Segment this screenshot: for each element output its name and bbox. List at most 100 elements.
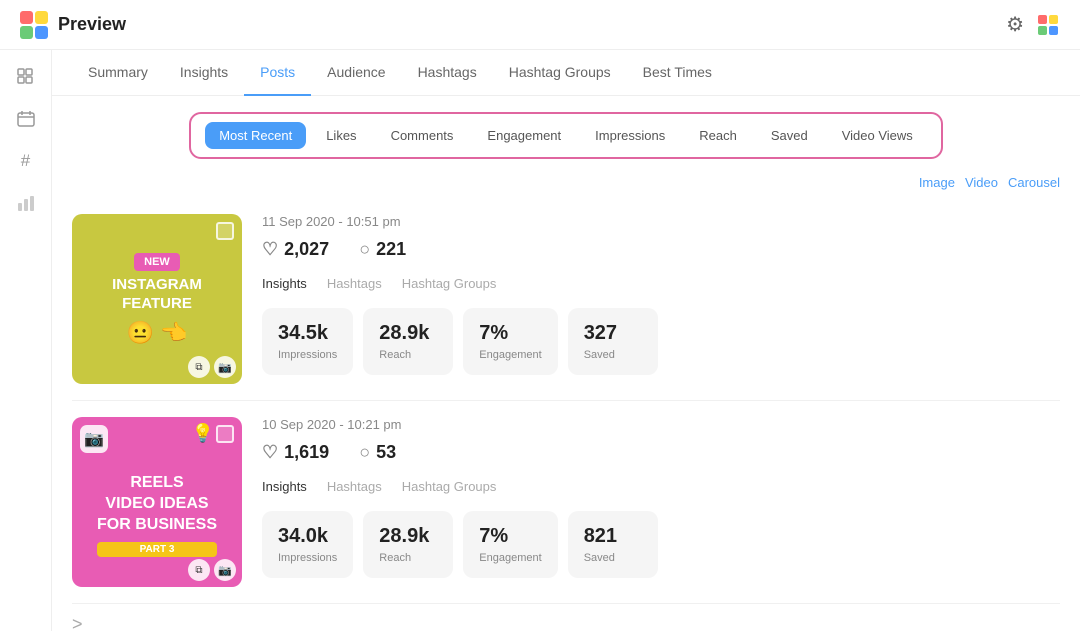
metric-engagement-1: 7% Engagement xyxy=(463,308,557,375)
post-date-1: 11 Sep 2020 - 10:51 pm xyxy=(262,214,1060,229)
metric-value-impressions-1: 34.5k xyxy=(278,322,337,345)
insight-tabs-1: Insights Hashtags Hashtag Groups xyxy=(262,272,1060,296)
sidebar-item-analytics[interactable] xyxy=(15,192,37,214)
metric-label-reach-1: Reach xyxy=(379,349,437,361)
insight-tab-groups-2[interactable]: Hashtag Groups xyxy=(402,475,507,498)
app-logo xyxy=(20,11,48,39)
sidebar-item-grid[interactable] xyxy=(15,66,37,88)
metric-reach-2: 28.9k Reach xyxy=(363,511,453,578)
post-comments-2: ○ 53 xyxy=(359,442,396,463)
filter-section: Most Recent Likes Comments Engagement Im… xyxy=(52,96,1080,175)
thumb-icon-instagram-2[interactable]: 📷 xyxy=(214,559,236,581)
metric-value-reach-1: 28.9k xyxy=(379,322,437,345)
filter-saved[interactable]: Saved xyxy=(757,122,822,149)
metrics-grid-1: 34.5k Impressions 28.9k Reach 7% Engagem… xyxy=(262,308,1060,375)
tab-insights[interactable]: Insights xyxy=(164,50,244,96)
metric-label-reach-2: Reach xyxy=(379,552,437,564)
post-card-2: 📷 💡 REELS VIDEO IDEAS FOR BUSINESS PART … xyxy=(72,401,1060,604)
tab-audience[interactable]: Audience xyxy=(311,50,401,96)
post-likes-1: ♡ 2,027 xyxy=(262,239,329,260)
comment-icon-2: ○ xyxy=(359,442,370,463)
insight-tab-groups-1[interactable]: Hashtag Groups xyxy=(402,272,507,295)
layout: # Summary Insights Posts Audience Hashta… xyxy=(0,50,1080,631)
post-info-1: 11 Sep 2020 - 10:51 pm ♡ 2,027 ○ 221 Ins… xyxy=(262,214,1060,384)
app-title: Preview xyxy=(58,14,126,35)
nav-tabs: Summary Insights Posts Audience Hashtags… xyxy=(52,50,1080,96)
media-filter-image[interactable]: Image xyxy=(919,175,955,190)
tab-best-times[interactable]: Best Times xyxy=(627,50,728,96)
header: Preview ⚙ xyxy=(0,0,1080,50)
thumb-badge-1: NEW xyxy=(134,253,180,271)
next-page-button[interactable]: > xyxy=(72,614,83,631)
post-checkbox-1[interactable] xyxy=(216,222,234,240)
tab-posts[interactable]: Posts xyxy=(244,50,311,96)
likes-count-2: 1,619 xyxy=(284,442,329,463)
comments-count-2: 53 xyxy=(376,442,396,463)
thumb-title-2: REELS VIDEO IDEAS FOR BUSINESS xyxy=(97,473,217,535)
filter-reach[interactable]: Reach xyxy=(685,122,751,149)
main-content: Summary Insights Posts Audience Hashtags… xyxy=(52,50,1080,631)
metric-label-saved-1: Saved xyxy=(584,349,642,361)
post-thumbnail-2: 📷 💡 REELS VIDEO IDEAS FOR BUSINESS PART … xyxy=(72,417,242,587)
thumb-icon-copy-2[interactable]: ⧉ xyxy=(188,559,210,581)
filter-impressions[interactable]: Impressions xyxy=(581,122,679,149)
instagram-icon: 📷 xyxy=(80,425,108,453)
media-filter-carousel[interactable]: Carousel xyxy=(1008,175,1060,190)
thumb-sub-badge-2: PART 3 xyxy=(97,542,217,557)
post-checkbox-2[interactable] xyxy=(216,425,234,443)
thumb-icon-instagram[interactable]: 📷 xyxy=(214,356,236,378)
bottom-nav: > xyxy=(52,604,1080,631)
filter-comments[interactable]: Comments xyxy=(377,122,468,149)
tab-hashtag-groups[interactable]: Hashtag Groups xyxy=(493,50,627,96)
post-card: NEW INSTAGRAM FEATURE 😐 👈 ⧉ 📷 11 Sep 202… xyxy=(72,198,1060,401)
tab-summary[interactable]: Summary xyxy=(72,50,164,96)
metric-label-impressions-1: Impressions xyxy=(278,349,337,361)
metric-label-engagement-1: Engagement xyxy=(479,349,541,361)
filter-most-recent[interactable]: Most Recent xyxy=(205,122,306,149)
sidebar: # xyxy=(0,50,52,631)
post-thumbnail-1: NEW INSTAGRAM FEATURE 😐 👈 ⧉ 📷 xyxy=(72,214,242,384)
sidebar-item-calendar[interactable] xyxy=(15,108,37,130)
metric-value-saved-2: 821 xyxy=(584,525,642,548)
settings-icon[interactable]: ⚙ xyxy=(1006,12,1024,37)
lightbulb-icon: 💡 xyxy=(192,423,214,444)
metric-saved-2: 821 Saved xyxy=(568,511,658,578)
post-info-2: 10 Sep 2020 - 10:21 pm ♡ 1,619 ○ 53 Insi… xyxy=(262,417,1060,587)
post-stats-2: ♡ 1,619 ○ 53 xyxy=(262,442,1060,463)
insight-tabs-2: Insights Hashtags Hashtag Groups xyxy=(262,475,1060,499)
post-comments-1: ○ 221 xyxy=(359,239,406,260)
metric-value-impressions-2: 34.0k xyxy=(278,525,337,548)
metric-saved-1: 327 Saved xyxy=(568,308,658,375)
metric-value-saved-1: 327 xyxy=(584,322,642,345)
filter-bar: Most Recent Likes Comments Engagement Im… xyxy=(189,112,943,159)
grid-color-icon[interactable] xyxy=(1036,13,1060,37)
filter-video-views[interactable]: Video Views xyxy=(828,122,927,149)
insight-tab-hashtags-1[interactable]: Hashtags xyxy=(327,272,392,295)
filter-engagement[interactable]: Engagement xyxy=(473,122,575,149)
thumb-title-1: INSTAGRAM FEATURE xyxy=(112,275,202,314)
metric-reach-1: 28.9k Reach xyxy=(363,308,453,375)
insight-tab-hashtags-2[interactable]: Hashtags xyxy=(327,475,392,498)
heart-icon: ♡ xyxy=(262,239,278,260)
thumb-icons-2: ⧉ 📷 xyxy=(188,559,236,581)
thumb-icons-1: ⧉ 📷 xyxy=(188,356,236,378)
media-filter-video[interactable]: Video xyxy=(965,175,998,190)
heart-icon-2: ♡ xyxy=(262,442,278,463)
media-filters: Image Video Carousel xyxy=(52,175,1080,198)
post-likes-2: ♡ 1,619 xyxy=(262,442,329,463)
thumb-content-2: REELS VIDEO IDEAS FOR BUSINESS PART 3 xyxy=(97,473,217,560)
metrics-grid-2: 34.0k Impressions 28.9k Reach 7% Engagem… xyxy=(262,511,1060,578)
metric-impressions-1: 34.5k Impressions xyxy=(262,308,353,375)
metric-label-saved-2: Saved xyxy=(584,552,642,564)
insight-tab-insights-1[interactable]: Insights xyxy=(262,272,317,295)
metric-impressions-2: 34.0k Impressions xyxy=(262,511,353,578)
thumb-icon-copy[interactable]: ⧉ xyxy=(188,356,210,378)
metric-value-engagement-2: 7% xyxy=(479,525,541,548)
insight-tab-insights-2[interactable]: Insights xyxy=(262,475,317,498)
sidebar-item-hashtag[interactable]: # xyxy=(15,150,37,172)
filter-likes[interactable]: Likes xyxy=(312,122,370,149)
post-date-2: 10 Sep 2020 - 10:21 pm xyxy=(262,417,1060,432)
likes-count-1: 2,027 xyxy=(284,239,329,260)
metric-label-impressions-2: Impressions xyxy=(278,552,337,564)
tab-hashtags[interactable]: Hashtags xyxy=(402,50,493,96)
